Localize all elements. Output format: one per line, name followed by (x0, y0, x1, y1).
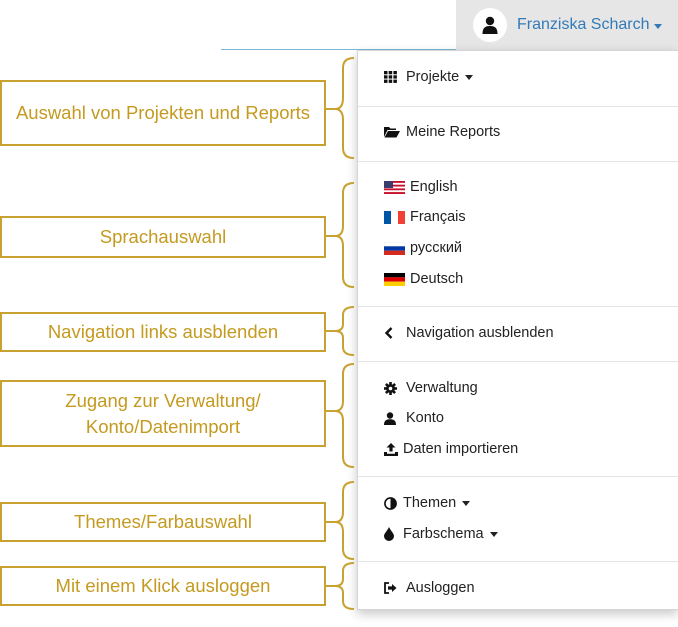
brace-logout (334, 562, 355, 610)
brace-language (334, 182, 355, 288)
brace-admin (334, 363, 355, 468)
brace-themes (334, 481, 355, 560)
brace-projects (334, 57, 355, 159)
annotation-braces (326, 57, 355, 610)
brace-navigation (334, 306, 355, 356)
